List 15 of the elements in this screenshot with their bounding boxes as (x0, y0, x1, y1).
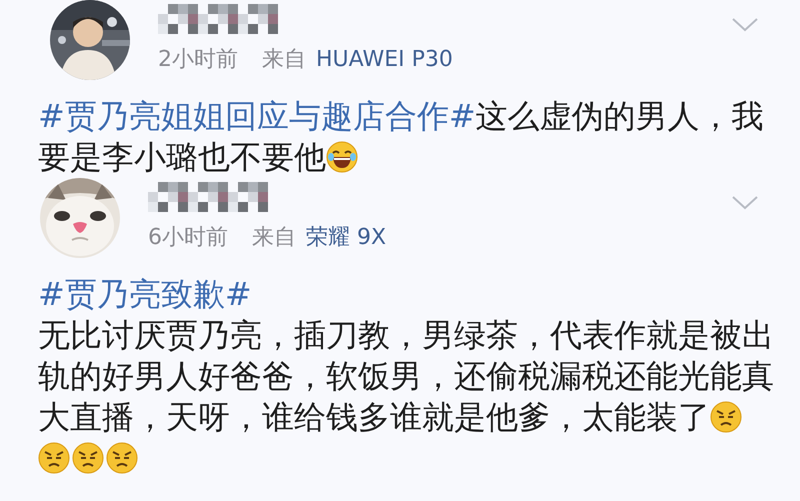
angry-face-icon (106, 442, 138, 474)
laughing-face-icon (326, 141, 358, 173)
source-label: 来自 (252, 224, 296, 252)
device-link[interactable]: 荣耀 9X (306, 224, 386, 252)
post-time: 6小时前 (148, 224, 228, 252)
angry-face-icon (710, 401, 742, 433)
hashtag-link[interactable]: #贾乃亮姐姐回应与趣店合作# (38, 97, 476, 135)
angry-face-icon (72, 442, 104, 474)
post-time: 2小时前 (158, 46, 238, 74)
post-text: 无比讨厌贾乃亮，插刀教，男绿茶，代表作就是被出轨的好男人好爸爸，软饭男，还偷税漏税还能光能真大直播，天呀，谁给钱多谁就是他爹，太能装了 (38, 315, 776, 479)
post-text: #贾乃亮姐姐回应与趣店合作#这么虚伪的男人，我要是李小璐也不要他 (38, 96, 765, 178)
hashtag-link[interactable]: #贾乃亮致歉# (38, 275, 252, 313)
device-link[interactable]: HUAWEI P30 (316, 46, 453, 74)
source-label: 来自 (262, 46, 306, 74)
angry-face-icon (38, 442, 70, 474)
